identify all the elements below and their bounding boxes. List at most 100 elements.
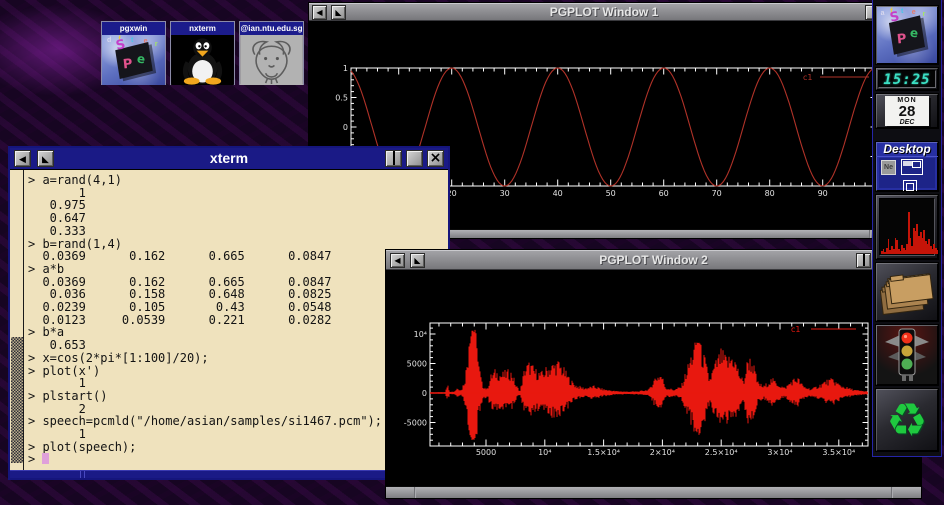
terminal-line: 1 (28, 428, 382, 441)
iconify-button[interactable]: ◀ (390, 253, 405, 268)
pager-grid[interactable]: Ne (879, 158, 935, 188)
window-xterm: ◀ ◣ xterm × > a=rand(4,1) 1 0.975 0.647 … (8, 146, 450, 480)
icon-label: nxterm (171, 22, 234, 35)
svg-text:-5000: -5000 (404, 419, 427, 428)
shade-button[interactable]: ◣ (37, 150, 54, 167)
calendar-date: 28 (885, 105, 929, 119)
svg-text:60: 60 (659, 189, 669, 198)
svg-text:40: 40 (553, 189, 563, 198)
icon-label: @ian.ntu.edu.sg (240, 22, 303, 35)
close-icon: × (430, 150, 442, 166)
window-pgplot-2: ◀ ◣ PGPLOT Window 2 5000 10⁴ 1.5×10⁴ 2×10⁴ 2… (385, 249, 922, 499)
window2-title: PGPLOT Window 2 (386, 251, 921, 269)
resize-handle-divider (869, 230, 871, 238)
svg-text:c1: c1 (803, 73, 813, 82)
svg-text:0: 0 (343, 123, 348, 132)
svg-text:5000: 5000 (476, 448, 496, 457)
svg-text:80: 80 (765, 189, 775, 198)
wharf-file-manager[interactable] (875, 262, 939, 322)
svg-text:3×10⁴: 3×10⁴ (767, 448, 792, 457)
wharf-load-monitor[interactable] (875, 194, 939, 260)
terminal-line: 0.653 (28, 339, 382, 352)
shade-button[interactable]: ◣ (410, 253, 425, 268)
terminal-content[interactable]: > a=rand(4,1) 1 0.975 0.647 0.333> b=ran… (10, 170, 448, 470)
window1-title: PGPLOT Window 1 (309, 4, 899, 20)
svg-text:70: 70 (712, 189, 722, 198)
resize-handle-divider (84, 471, 85, 478)
pager-mini-window (903, 180, 917, 192)
gnu-icon (240, 35, 303, 85)
maximize-button[interactable] (856, 253, 871, 268)
afterstep-cube-icon: a f t e r SeP (877, 7, 937, 63)
window1-title-bar[interactable]: ◀ ◣ PGPLOT Window 1 (309, 3, 899, 21)
resize-handle-divider (414, 487, 416, 498)
maximize-button[interactable] (385, 150, 402, 167)
desktop-icon-nxterm[interactable]: nxterm (170, 21, 235, 85)
svg-text:90: 90 (818, 189, 828, 198)
penguin-icon (171, 35, 234, 85)
recycle-icon: ♻ (876, 389, 938, 451)
load-graph (879, 198, 935, 256)
wharf-traffic-light[interactable] (875, 324, 939, 386)
terminal-line: > x=cos(2*pi*[1:100]/20); (28, 352, 382, 365)
iconify-button[interactable]: ◀ (312, 5, 327, 20)
desktop-icon-pgxwin[interactable]: pgxwin d f t e r SeP (101, 21, 166, 85)
wharf-recycle-bin[interactable]: ♻ (875, 388, 939, 452)
terminal-cursor (42, 453, 49, 464)
svg-text:2×10⁴: 2×10⁴ (650, 448, 675, 457)
terminal-line: 0.0123 0.0539 0.221 0.0282 (28, 314, 382, 327)
wharf-dock: a f t e r SeP 15:25 MON 28 DEC Desktop (872, 0, 942, 457)
wharf-clock[interactable]: 15:25 (875, 67, 939, 91)
calendar-month: DEC (885, 119, 929, 126)
clock-display: 15:25 (878, 70, 936, 88)
window2-canvas: 5000 10⁴ 1.5×10⁴ 2×10⁴ 2.5×10⁴ 3×10⁴ 3.5×10⁴ 10… (386, 270, 921, 486)
load-bar (937, 250, 939, 254)
xterm-resize-bar[interactable] (10, 470, 448, 478)
resize-handle-divider (891, 487, 893, 498)
wharf-calendar[interactable]: MON 28 DEC (875, 93, 939, 129)
wharf-desktop-pager[interactable]: Desktop Ne (875, 141, 939, 192)
maximize-glyph (863, 253, 865, 266)
terminal-line: > (28, 453, 382, 466)
calendar-page: MON 28 DEC (885, 96, 929, 126)
terminal-line: > plot(speech); (28, 441, 382, 454)
close-button[interactable]: × (427, 150, 444, 167)
svg-text:c1: c1 (791, 325, 801, 334)
scrollbar-thumb[interactable] (11, 337, 23, 463)
desktop-icon-remote-host[interactable]: @ian.ntu.edu.sg (239, 21, 304, 85)
terminal-line: 0.0369 0.162 0.665 0.0847 (28, 250, 382, 263)
icon-label: pgxwin (102, 22, 165, 35)
iconify-button[interactable]: ◀ (14, 150, 31, 167)
wharf-afterstep-logo[interactable]: a f t e r SeP (875, 5, 939, 65)
svg-text:2.5×10⁴: 2.5×10⁴ (705, 448, 738, 457)
minimize-button[interactable] (406, 150, 423, 167)
terminal-line: > plstart() (28, 390, 382, 403)
terminal-line: > a*b (28, 263, 382, 276)
terminal-line: 0.333 (28, 225, 382, 238)
afterstep-cube-icon: d f t e r SeP (102, 35, 165, 85)
resize-handle-divider (80, 471, 81, 478)
svg-text:10⁴: 10⁴ (414, 330, 427, 339)
svg-text:1.5×10⁴: 1.5×10⁴ (587, 448, 620, 457)
terminal-line: 0.0239 0.105 0.43 0.0548 (28, 301, 382, 314)
svg-text:1: 1 (343, 64, 348, 73)
xterm-title: xterm (10, 148, 448, 169)
shade-button[interactable]: ◣ (331, 5, 346, 20)
pager-mini-window (901, 159, 923, 175)
svg-text:10⁴: 10⁴ (538, 448, 551, 457)
svg-text:0: 0 (422, 389, 427, 398)
svg-text:0.5: 0.5 (335, 94, 348, 103)
terminal-scrollbar[interactable] (10, 170, 24, 470)
maximize-glyph (393, 151, 395, 165)
folders-icon (877, 264, 937, 320)
window2-title-bar[interactable]: ◀ ◣ PGPLOT Window 2 (386, 250, 921, 270)
svg-text:30: 30 (500, 189, 510, 198)
desktop-background: ◀ ◣ PGPLOT Window 1 203040506070809010.5… (0, 0, 944, 505)
svg-text:3.5×10⁴: 3.5×10⁴ (822, 448, 855, 457)
terminal-line: > a=rand(4,1) (28, 174, 382, 187)
svg-text:50: 50 (606, 189, 616, 198)
window2-resize-bar[interactable] (386, 486, 921, 498)
xterm-title-bar[interactable]: ◀ ◣ xterm × (10, 148, 448, 170)
pager-mini-window: Ne (881, 160, 896, 175)
traffic-light-icon (877, 326, 937, 384)
